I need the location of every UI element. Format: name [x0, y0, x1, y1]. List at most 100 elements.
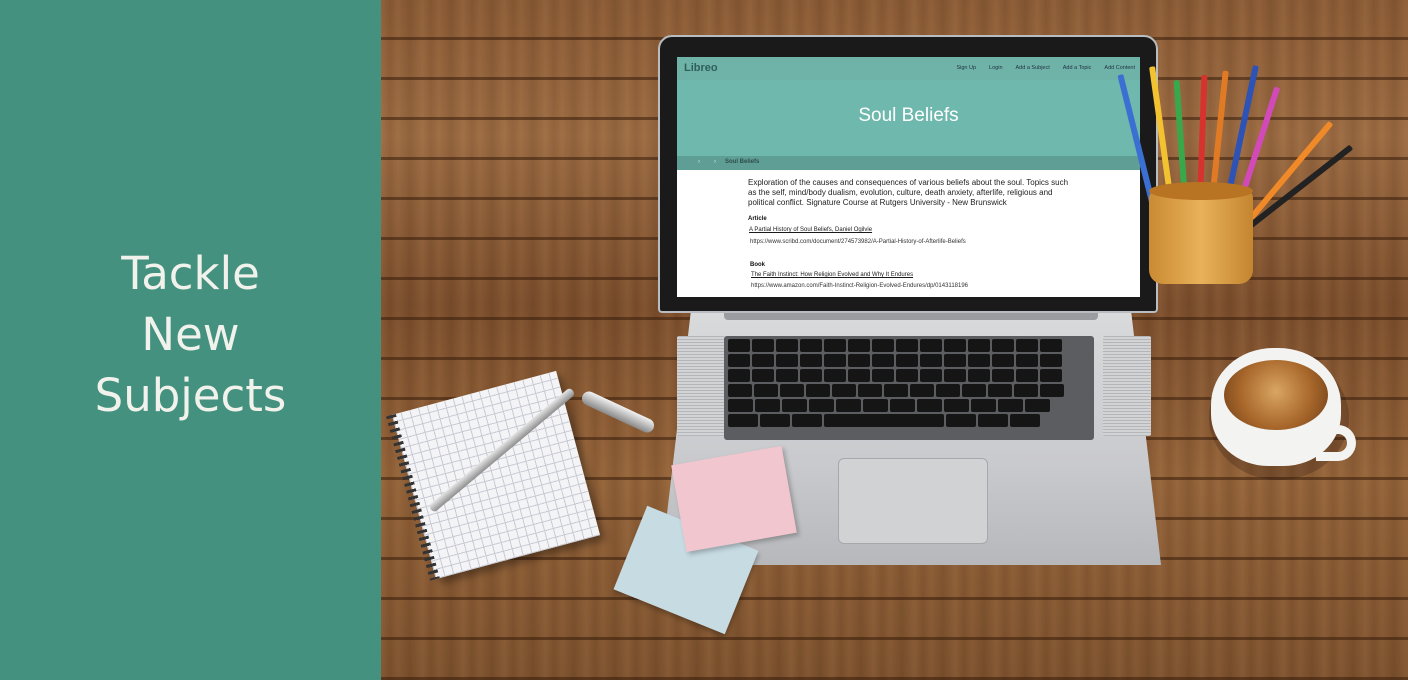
- notebook: [386, 370, 601, 581]
- keyboard-key: [754, 384, 778, 397]
- keyboard-key: [971, 399, 996, 412]
- keyboard-key: [1040, 354, 1062, 367]
- keyboard-key: [863, 399, 888, 412]
- keyboard-key: [752, 369, 774, 382]
- promo-panel: Tackle New Subjects: [0, 0, 381, 680]
- keyboard-key: [1010, 414, 1040, 427]
- keyboard-key: [968, 354, 990, 367]
- keyboard-key: [824, 354, 846, 367]
- keyboard-key: [782, 399, 807, 412]
- resource-type-label: Article: [748, 216, 767, 222]
- nav-login[interactable]: Login: [989, 65, 1002, 71]
- keyboard-key: [824, 339, 846, 352]
- nav-add-content[interactable]: Add Content: [1104, 65, 1135, 71]
- keyboard: [724, 336, 1094, 440]
- keyboard-key: [1040, 369, 1062, 382]
- tagline-line-3: Subjects: [94, 369, 287, 422]
- keyboard-key: [988, 384, 1012, 397]
- keyboard-key: [896, 339, 918, 352]
- pencil-cup: [1149, 190, 1253, 284]
- keyboard-key: [944, 399, 969, 412]
- keyboard-key: [1016, 369, 1038, 382]
- key-row: [728, 354, 1062, 367]
- keyboard-key: [936, 384, 960, 397]
- site-header: Libreo Sign Up Login Add a Subject Add a…: [677, 57, 1140, 80]
- keyboard-key: [824, 414, 944, 427]
- breadcrumb-current[interactable]: Soul Beliefs: [725, 159, 759, 165]
- subject-description: Exploration of the causes and consequenc…: [748, 178, 1069, 207]
- keyboard-key: [884, 384, 908, 397]
- keyboard-key: [1014, 384, 1038, 397]
- keyboard-key: [1040, 339, 1062, 352]
- keyboard-key: [755, 399, 780, 412]
- tagline-line-1: Tackle: [121, 247, 260, 300]
- keyboard-key: [836, 399, 861, 412]
- keyboard-key: [896, 369, 918, 382]
- keyboard-key: [800, 339, 822, 352]
- key-row: [728, 369, 1062, 382]
- keyboard-key: [944, 339, 966, 352]
- keyboard-key: [752, 339, 774, 352]
- nav-add-subject[interactable]: Add a Subject: [1016, 65, 1050, 71]
- key-row: [728, 399, 1050, 412]
- speaker-grille-right: [1103, 336, 1151, 436]
- laptop-screen: Libreo Sign Up Login Add a Subject Add a…: [677, 57, 1140, 297]
- keyboard-key: [1025, 399, 1050, 412]
- keyboard-key: [1016, 339, 1038, 352]
- pen-cap: [579, 389, 657, 435]
- keyboard-key: [800, 354, 822, 367]
- keyboard-key: [920, 339, 942, 352]
- page-title: Soul Beliefs: [858, 105, 959, 126]
- keyboard-key: [992, 369, 1014, 382]
- notebook-spiral: [386, 413, 440, 581]
- keyboard-key: [968, 339, 990, 352]
- keyboard-key: [992, 354, 1014, 367]
- resource-type-label: Book: [750, 262, 765, 268]
- nav-sign-up[interactable]: Sign Up: [956, 65, 976, 71]
- keyboard-key: [800, 369, 822, 382]
- keyboard-key: [760, 414, 790, 427]
- keyboard-key: [944, 369, 966, 382]
- promo-tagline: Tackle New Subjects: [0, 243, 381, 426]
- resource-link[interactable]: A Partial History of Soul Beliefs, Danie…: [749, 227, 872, 233]
- keyboard-key: [728, 339, 750, 352]
- keyboard-key: [776, 354, 798, 367]
- key-row: [728, 414, 1040, 427]
- keyboard-key: [962, 384, 986, 397]
- keyboard-key: [776, 369, 798, 382]
- breadcrumb-separator: ›: [698, 159, 700, 165]
- nav-add-topic[interactable]: Add a Topic: [1063, 65, 1092, 71]
- keyboard-key: [728, 369, 750, 382]
- keyboard-key: [992, 339, 1014, 352]
- keyboard-key: [920, 354, 942, 367]
- keyboard-key: [728, 399, 753, 412]
- keyboard-key: [946, 414, 976, 427]
- keyboard-key: [809, 399, 834, 412]
- keyboard-key: [978, 414, 1008, 427]
- resource-link[interactable]: The Faith Instinct: How Religion Evolved…: [751, 272, 913, 278]
- keyboard-key: [968, 369, 990, 382]
- keyboard-key: [858, 384, 882, 397]
- coffee: [1224, 360, 1328, 430]
- keyboard-key: [896, 354, 918, 367]
- hero-banner: Soul Beliefs: [677, 80, 1140, 156]
- trackpad: [838, 458, 988, 544]
- tagline-line-2: New: [141, 308, 240, 361]
- key-row: [728, 384, 1064, 397]
- site-logo[interactable]: Libreo: [684, 62, 718, 74]
- breadcrumb-separator: ›: [714, 159, 716, 165]
- keyboard-key: [998, 399, 1023, 412]
- desk-photo: Libreo Sign Up Login Add a Subject Add a…: [381, 0, 1408, 680]
- keyboard-key: [832, 384, 856, 397]
- keyboard-key: [776, 339, 798, 352]
- keyboard-key: [1040, 384, 1064, 397]
- resource-url: https://www.amazon.com/Faith-Instinct-Re…: [751, 283, 969, 289]
- keyboard-key: [792, 414, 822, 427]
- pencil-cup-rim: [1149, 182, 1253, 200]
- keyboard-key: [728, 414, 758, 427]
- keyboard-key: [872, 369, 894, 382]
- site-nav: Sign Up Login Add a Subject Add a Topic …: [956, 65, 1135, 71]
- keyboard-key: [752, 354, 774, 367]
- keyboard-key: [917, 399, 942, 412]
- keyboard-key: [944, 354, 966, 367]
